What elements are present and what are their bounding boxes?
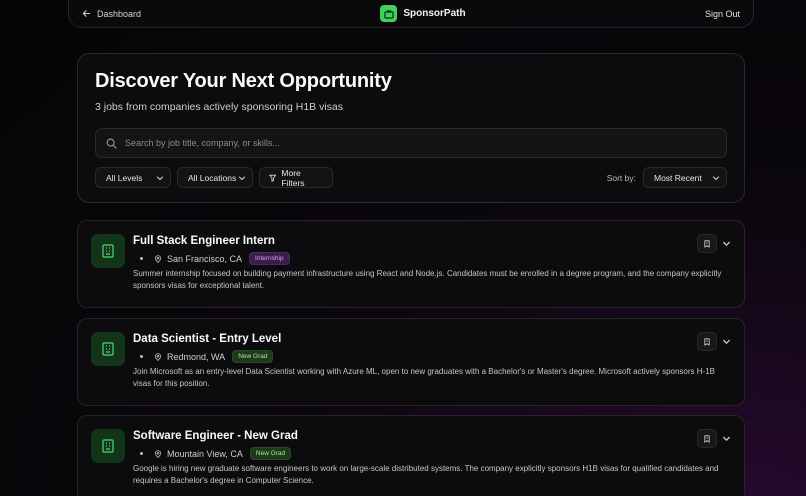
bookmark-icon xyxy=(704,434,710,443)
expand-chevron-icon[interactable] xyxy=(722,337,731,346)
arrow-left-icon xyxy=(82,10,91,17)
job-card[interactable]: Full Stack Engineer Intern San Francisco… xyxy=(77,220,745,308)
job-type-badge: Internship xyxy=(249,252,290,265)
page-title: Discover Your Next Opportunity xyxy=(95,70,392,92)
bookmark-button[interactable] xyxy=(697,332,717,351)
building-icon xyxy=(91,332,125,366)
level-filter-select[interactable]: All Levels xyxy=(95,167,171,188)
more-filters-label: More Filters xyxy=(281,167,305,188)
job-description: Join Microsoft as an entry-level Data Sc… xyxy=(133,367,715,388)
filter-icon xyxy=(269,174,277,182)
job-title[interactable]: Full Stack Engineer Intern xyxy=(133,235,275,247)
job-location: Mountain View, CA xyxy=(167,448,243,459)
job-meta: Mountain View, CA New Grad xyxy=(140,447,292,460)
back-label: Dashboard xyxy=(97,8,142,19)
top-nav: Dashboard SponsorPath Sign Out xyxy=(68,0,754,28)
bookmark-icon xyxy=(704,337,710,346)
search-input[interactable] xyxy=(125,138,716,148)
job-description: Summer internship focused on building pa… xyxy=(133,269,722,290)
map-pin-icon xyxy=(154,449,162,458)
map-pin-icon xyxy=(154,254,162,263)
sort-label: Sort by: xyxy=(606,172,636,183)
job-type-badge: New Grad xyxy=(232,350,274,363)
building-icon xyxy=(91,234,125,268)
results-summary: 3 jobs from companies actively sponsorin… xyxy=(95,101,344,113)
chevron-down-icon xyxy=(238,175,246,180)
location-filter-select[interactable]: All Locations xyxy=(177,167,253,188)
job-meta: Redmond, WA New Grad xyxy=(140,350,274,363)
search-panel: Discover Your Next Opportunity 3 jobs fr… xyxy=(77,53,745,203)
building-icon xyxy=(91,429,125,463)
map-pin-icon xyxy=(154,352,162,361)
search-bar[interactable] xyxy=(95,128,727,158)
more-filters-button[interactable]: More Filters xyxy=(259,167,333,188)
filter-row: All Levels All Locations More Filters So… xyxy=(95,167,727,188)
job-title[interactable]: Software Engineer - New Grad xyxy=(133,430,298,442)
job-type-badge: New Grad xyxy=(249,447,292,460)
job-location: San Francisco, CA xyxy=(167,253,243,264)
bookmark-button[interactable] xyxy=(697,234,717,253)
job-card[interactable]: Data Scientist - Entry Level Redmond, WA… xyxy=(77,318,745,406)
sign-out-button[interactable]: Sign Out xyxy=(705,9,740,19)
brand-name: SponsorPath xyxy=(403,8,466,19)
back-to-dashboard-link[interactable]: Dashboard xyxy=(82,9,141,19)
job-location: Redmond, WA xyxy=(167,351,226,362)
briefcase-logo-icon xyxy=(380,5,398,22)
chevron-down-icon xyxy=(712,175,720,180)
bookmark-button[interactable] xyxy=(697,429,717,448)
job-card[interactable]: Software Engineer - New Grad Mountain Vi… xyxy=(77,415,745,496)
chevron-down-icon xyxy=(156,175,164,180)
bookmark-icon xyxy=(704,239,710,248)
job-meta: San Francisco, CA Internship xyxy=(140,252,290,265)
brand[interactable]: SponsorPath xyxy=(380,5,466,22)
job-description: Google is hiring new graduate software e… xyxy=(133,464,719,485)
location-filter-value: All Locations xyxy=(188,172,237,183)
level-filter-value: All Levels xyxy=(106,172,143,183)
sort-value: Most Recent xyxy=(654,172,702,183)
expand-chevron-icon[interactable] xyxy=(722,434,731,443)
expand-chevron-icon[interactable] xyxy=(722,239,731,248)
sort-select[interactable]: Most Recent xyxy=(643,167,727,188)
search-icon xyxy=(106,138,117,149)
job-title[interactable]: Data Scientist - Entry Level xyxy=(133,333,281,345)
